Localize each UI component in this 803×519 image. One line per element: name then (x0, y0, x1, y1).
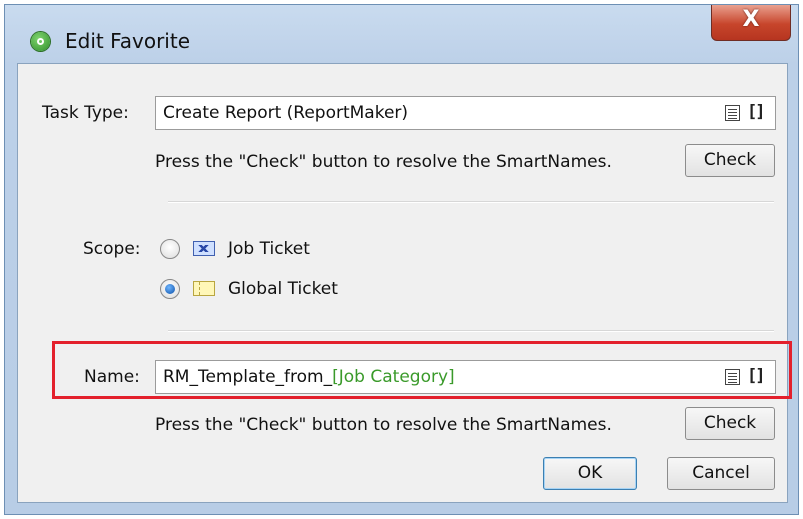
app-icon (31, 32, 50, 51)
scope-label: Scope: (83, 239, 141, 259)
task-type-field-icons: [] (725, 102, 769, 123)
separator (168, 201, 774, 203)
ok-button[interactable]: OK (543, 457, 637, 490)
global-ticket-icon (193, 281, 215, 296)
close-button[interactable]: X (711, 5, 791, 41)
dialog-window: Edit Favorite X Task Type: Create Report… (4, 4, 799, 515)
cancel-button[interactable]: Cancel (667, 457, 775, 490)
name-row-highlight (52, 341, 792, 399)
window-title: Edit Favorite (65, 29, 191, 53)
job-ticket-label: Job Ticket (228, 239, 310, 259)
task-type-value: Create Report (ReportMaker) (163, 103, 409, 123)
close-icon: X (742, 7, 760, 32)
dialog-content: Task Type: Create Report (ReportMaker) [… (17, 63, 788, 503)
smartname-list-icon[interactable] (725, 105, 740, 121)
task-type-hint: Press the "Check" button to resolve the … (155, 152, 612, 172)
global-ticket-radio[interactable] (160, 279, 180, 299)
job-ticket-icon (193, 241, 215, 256)
name-hint: Press the "Check" button to resolve the … (155, 415, 612, 435)
task-type-label: Task Type: (42, 103, 129, 123)
name-check-button[interactable]: Check (685, 407, 775, 440)
task-type-check-button[interactable]: Check (685, 144, 775, 177)
job-ticket-radio[interactable] (160, 239, 180, 259)
task-type-field[interactable]: Create Report (ReportMaker) [] (155, 96, 776, 130)
global-ticket-label: Global Ticket (228, 279, 338, 299)
separator (168, 330, 774, 332)
smartname-bracket-icon[interactable]: [] (747, 102, 766, 122)
